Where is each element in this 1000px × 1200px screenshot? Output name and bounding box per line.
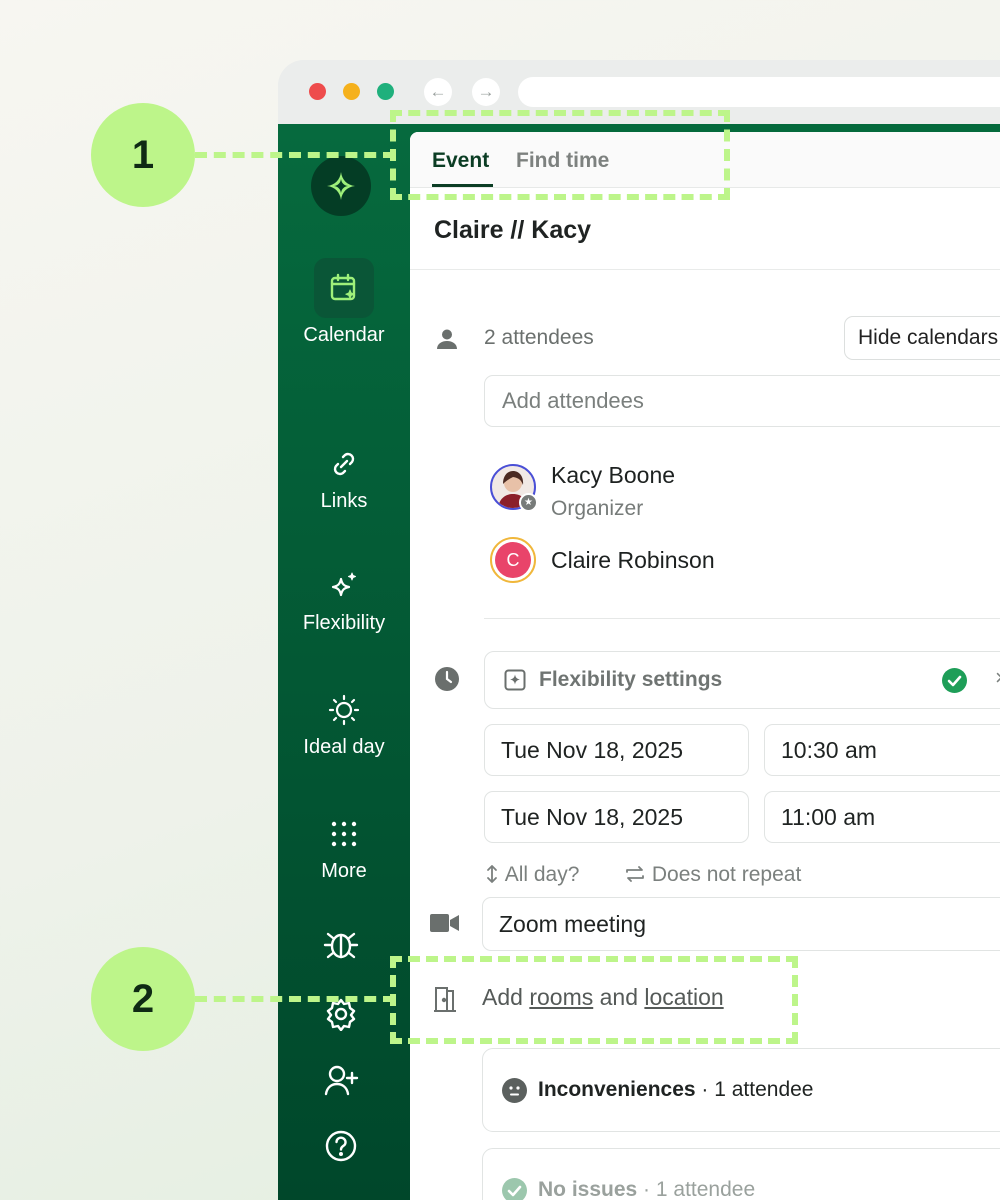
flexibility-settings-toggle[interactable]: Flexibility settings × bbox=[484, 651, 1000, 709]
sidebar-item-label: Ideal day bbox=[303, 736, 385, 758]
grid-dots-icon bbox=[314, 814, 374, 854]
bug-icon[interactable] bbox=[319, 922, 363, 966]
callout-2-connector bbox=[195, 996, 395, 1002]
inconveniences-detail: · 1 attendee bbox=[695, 1078, 814, 1101]
vertical-arrows-icon bbox=[484, 863, 505, 886]
flexibility-settings-label: Flexibility settings bbox=[539, 668, 723, 691]
sidebar-item-label: Calendar bbox=[303, 324, 385, 346]
flexibility-icon bbox=[504, 669, 526, 691]
inconveniences-text: Inconveniences · 1 attendee bbox=[538, 1078, 813, 1102]
repeat-icon bbox=[624, 863, 652, 886]
sidebar-item-ideal-day[interactable]: Ideal day bbox=[278, 690, 410, 759]
inconveniences-card[interactable]: Inconveniences · 1 attendee bbox=[482, 1048, 1000, 1132]
rooms-location-highlight bbox=[390, 956, 798, 1044]
avatar: C bbox=[490, 537, 536, 583]
close-icon[interactable]: × bbox=[995, 665, 1000, 691]
callout-2: 2 bbox=[91, 947, 195, 1051]
callout-1: 1 bbox=[91, 103, 195, 207]
sidebar-item-more[interactable]: More bbox=[278, 814, 410, 883]
sparkles-icon bbox=[314, 566, 374, 606]
check-circle-icon bbox=[942, 668, 967, 693]
conference-field[interactable]: Zoom meeting bbox=[482, 897, 1000, 951]
sun-icon bbox=[314, 690, 374, 730]
inconveniences-title: Inconveniences bbox=[538, 1078, 696, 1101]
attendee-role: Organizer bbox=[551, 497, 644, 520]
event-title[interactable]: Claire // Kacy bbox=[434, 216, 591, 245]
add-attendees-input[interactable]: Add attendees bbox=[484, 375, 1000, 427]
sidebar-item-label: More bbox=[321, 860, 367, 882]
no-issues-detail: · 1 attendee bbox=[637, 1178, 756, 1200]
neutral-face-icon bbox=[502, 1078, 527, 1103]
check-circle-icon bbox=[502, 1178, 527, 1200]
forward-arrow-icon[interactable]: → bbox=[472, 78, 500, 106]
add-user-icon[interactable] bbox=[319, 1058, 363, 1102]
reclaim-logo-icon[interactable] bbox=[311, 156, 371, 216]
hide-calendars-button[interactable]: Hide calendars bbox=[844, 316, 1000, 360]
divider bbox=[484, 618, 1000, 619]
clock-icon bbox=[432, 664, 462, 694]
callout-1-connector bbox=[195, 152, 395, 158]
back-arrow-icon[interactable]: ← bbox=[424, 78, 452, 106]
avatar-initial: C bbox=[495, 542, 531, 578]
no-issues-text: No issues · 1 attendee bbox=[538, 1178, 755, 1200]
start-date-field[interactable]: Tue Nov 18, 2025 bbox=[484, 724, 749, 776]
calendar-icon bbox=[314, 258, 374, 318]
sidebar-item-label: Flexibility bbox=[302, 612, 386, 634]
no-issues-card[interactable]: No issues · 1 attendee bbox=[482, 1148, 1000, 1200]
end-time-field[interactable]: 11:00 am bbox=[764, 791, 1000, 843]
sidebar-item-flexibility[interactable]: Flexibility bbox=[278, 566, 410, 635]
video-camera-icon bbox=[430, 908, 460, 938]
all-day-toggle[interactable]: All day? bbox=[484, 863, 579, 887]
end-date-field[interactable]: Tue Nov 18, 2025 bbox=[484, 791, 749, 843]
tab-bar-highlight bbox=[390, 110, 730, 200]
sidebar-item-calendar[interactable]: Calendar bbox=[278, 258, 410, 347]
all-day-label: All day? bbox=[504, 863, 580, 886]
attendee-name: Kacy Boone bbox=[551, 462, 676, 488]
minimize-window-button[interactable] bbox=[343, 83, 360, 100]
repeat-selector[interactable]: Does not repeat bbox=[624, 863, 801, 887]
no-issues-title: No issues bbox=[538, 1178, 638, 1200]
maximize-window-button[interactable] bbox=[377, 83, 394, 100]
attendee-name: Claire Robinson bbox=[551, 547, 715, 573]
person-icon bbox=[432, 324, 462, 354]
address-bar[interactable] bbox=[518, 77, 1000, 107]
organizer-star-icon: ★ bbox=[519, 493, 538, 512]
start-time-field[interactable]: 10:30 am bbox=[764, 724, 1000, 776]
help-icon[interactable] bbox=[319, 1124, 363, 1168]
sidebar-item-label: Links bbox=[320, 490, 368, 512]
repeat-label: Does not repeat bbox=[651, 863, 802, 886]
link-icon bbox=[314, 444, 374, 484]
sidebar-item-links[interactable]: Links bbox=[278, 444, 410, 513]
divider bbox=[410, 269, 1000, 270]
close-window-button[interactable] bbox=[309, 83, 326, 100]
attendees-count: 2 attendees bbox=[484, 326, 594, 349]
